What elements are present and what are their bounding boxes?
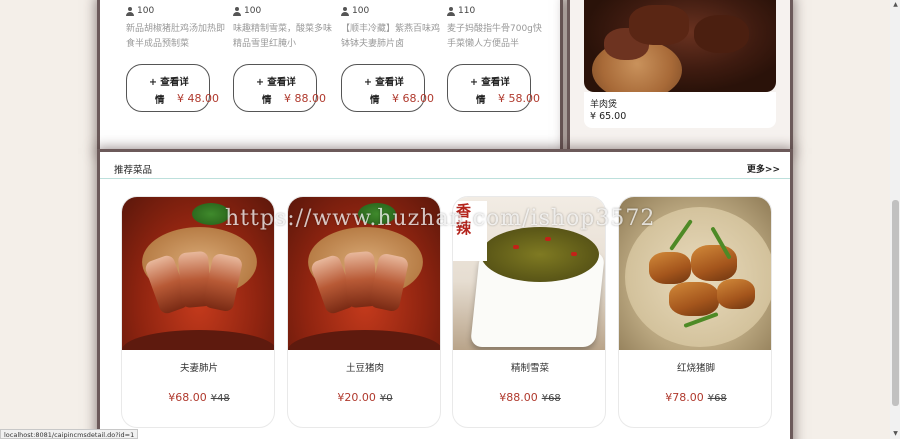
banner-text: 香辣	[456, 202, 472, 237]
section-title: 推荐菜品	[114, 165, 153, 176]
view-detail-button[interactable]: + 查看详 情 ¥ 68.00	[341, 64, 434, 112]
scroll-thumb[interactable]	[892, 200, 899, 406]
dish-name: 土豆猪肉	[345, 363, 384, 374]
view-count-value: 100	[352, 6, 370, 16]
view-detail-label-cont: 情	[155, 95, 165, 106]
view-detail-label: + 查看详	[364, 77, 404, 88]
view-count-value: 100	[244, 6, 262, 16]
page: 100 新品胡椒猪肚鸡汤加热即食半成品预制菜 + 查看详 情 ¥ 48.00 1…	[0, 0, 900, 439]
dish-original-price: ¥68	[541, 393, 561, 404]
view-count: 110	[447, 6, 475, 16]
side-dish-panel: 羊肉煲 ¥ 65.00	[570, 0, 790, 150]
dish-original-price: ¥48	[210, 393, 230, 404]
view-detail-button[interactable]: + 查看详 情 ¥ 58.00	[447, 64, 540, 112]
view-detail-label: + 查看详	[470, 77, 510, 88]
side-dish-info: 羊肉煲 ¥ 65.00	[584, 92, 776, 128]
dish-card[interactable]: 香辣 精制雪菜 ¥88.00 ¥68	[452, 196, 606, 428]
scrollbar[interactable]: ▲ ▼	[890, 0, 900, 439]
dish-card[interactable]: 红烧猪脚 ¥78.00 ¥68	[618, 196, 772, 428]
dish-image[interactable]: 香辣	[453, 197, 605, 350]
view-detail-button[interactable]: + 查看详 情 ¥ 88.00	[233, 64, 326, 112]
product-price: ¥ 88.00	[284, 92, 326, 105]
more-link[interactable]: 更多>>	[747, 162, 780, 175]
dish-price: ¥ 65.00	[590, 111, 627, 122]
user-icon	[126, 6, 134, 16]
user-icon	[233, 6, 241, 16]
dish-name: 精制雪菜	[510, 363, 549, 374]
status-bar-url: localhost:8081/caipincmsdetail.do?id=1	[0, 429, 139, 439]
view-detail-button[interactable]: + 查看详 情 ¥ 48.00	[126, 64, 219, 112]
dish-image[interactable]	[288, 197, 440, 350]
dish-card[interactable]: 夫妻肺片 ¥68.00 ¥48	[121, 196, 275, 428]
section-header: 推荐菜品 更多>>	[100, 152, 790, 179]
dish-price: ¥88.00	[499, 391, 538, 404]
view-detail-label-cont: 情	[476, 95, 486, 106]
view-count: 100	[341, 6, 369, 16]
product-description: 新品胡椒猪肚鸡汤加热即食半成品预制菜	[126, 24, 226, 49]
product-price: ¥ 68.00	[392, 92, 434, 105]
view-detail-label: + 查看详	[149, 77, 189, 88]
dish-prices: ¥20.00 ¥0	[288, 391, 440, 404]
dish-price: ¥68.00	[168, 391, 207, 404]
dish-name: 夫妻肺片	[179, 363, 218, 374]
product-description: 味趣精制雪菜，酸菜多味精品雪里红腌小	[233, 24, 333, 49]
product-price: ¥ 58.00	[498, 92, 540, 105]
product-banner: 香辣	[453, 201, 487, 261]
dish-original-price: ¥68	[707, 393, 727, 404]
dish-price: ¥20.00	[337, 391, 376, 404]
view-detail-label-cont: 情	[262, 95, 272, 106]
dish-card[interactable]: 土豆猪肉 ¥20.00 ¥0	[287, 196, 441, 428]
product-description: 【顺丰冷藏】紫燕百味鸡钵钵夫妻肺片卤	[341, 24, 441, 49]
product-description: 麦子妈酸指牛骨700g快手菜懒人方便品半	[447, 24, 542, 49]
dish-image[interactable]	[584, 0, 776, 92]
view-count-value: 110	[458, 6, 476, 16]
dish-name[interactable]: 羊肉煲	[590, 97, 617, 110]
dish-image[interactable]	[619, 197, 771, 350]
user-icon	[341, 6, 349, 16]
arrow-up-icon[interactable]: ▲	[892, 1, 899, 9]
arrow-down-icon[interactable]: ▼	[892, 430, 899, 438]
dish-price: ¥78.00	[665, 391, 704, 404]
view-count-value: 100	[137, 6, 155, 16]
dish-prices: ¥68.00 ¥48	[122, 391, 274, 404]
product-list-panel: 100 新品胡椒猪肚鸡汤加热即食半成品预制菜 + 查看详 情 ¥ 48.00 1…	[100, 0, 560, 150]
dish-original-price: ¥0	[379, 393, 393, 404]
product-price: ¥ 48.00	[177, 92, 219, 105]
recommended-section: 推荐菜品 更多>> 夫妻肺片 ¥68.00 ¥48 土豆猪肉 ¥20.00 ¥0…	[100, 152, 790, 439]
view-detail-label-cont: 情	[370, 95, 380, 106]
user-icon	[447, 6, 455, 16]
dish-name: 红烧猪脚	[676, 363, 715, 374]
view-detail-label: + 查看详	[256, 77, 296, 88]
view-count: 100	[233, 6, 261, 16]
view-count: 100	[126, 6, 154, 16]
dish-image[interactable]	[122, 197, 274, 350]
dish-prices: ¥88.00 ¥68	[453, 391, 605, 404]
dish-prices: ¥78.00 ¥68	[619, 391, 771, 404]
